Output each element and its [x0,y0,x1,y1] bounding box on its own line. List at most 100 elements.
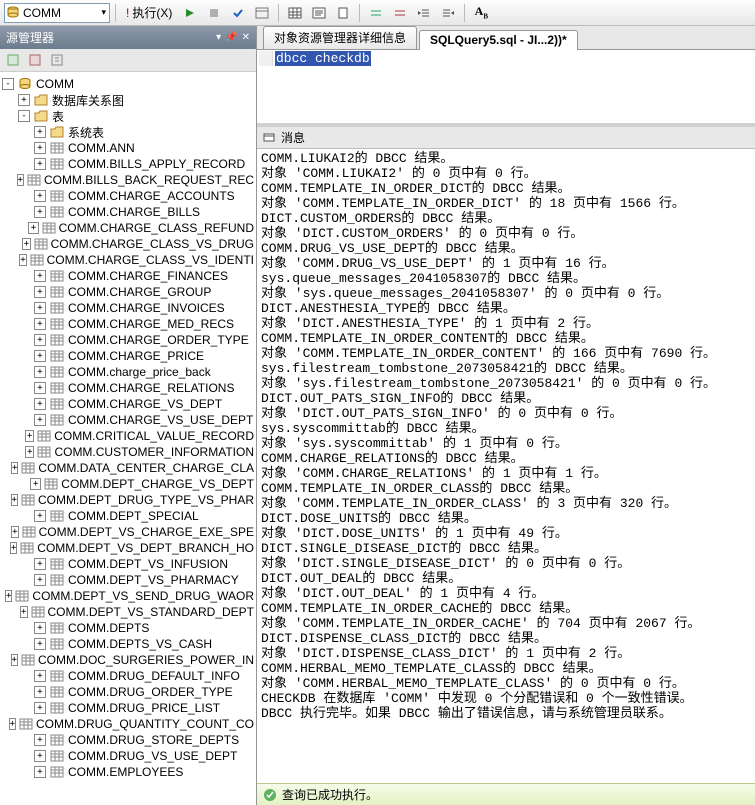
tree-node[interactable]: +COMM.CHARGE_GROUP [2,284,254,300]
expand-toggle[interactable]: + [19,254,26,266]
tree-node[interactable]: +COMM.DEPT_SPECIAL [2,508,254,524]
tree-node[interactable]: +COMM.CUSTOMER_INFORMATION [2,444,254,460]
tree-node[interactable]: +COMM.CHARGE_BILLS [2,204,254,220]
tree-node[interactable]: +COMM.CHARGE_ACCOUNTS [2,188,254,204]
expand-toggle[interactable]: + [34,318,46,330]
estimated-plan-button[interactable] [251,3,273,23]
specify-values-button[interactable]: AB [470,3,492,23]
expand-toggle[interactable]: - [2,78,14,90]
messages-tab[interactable]: 消息 [257,127,755,149]
expand-toggle[interactable]: + [18,94,30,106]
tree-node[interactable]: +COMM.DRUG_PRICE_LIST [2,700,254,716]
tree-node[interactable]: +COMM.CHARGE_RELATIONS [2,380,254,396]
tree-node[interactable]: +COMM.DEPT_VS_PHARMACY [2,572,254,588]
expand-toggle[interactable]: + [34,750,46,762]
expand-toggle[interactable]: + [34,270,46,282]
expand-toggle[interactable]: + [34,334,46,346]
tree-node[interactable]: +COMM.CHARGE_INVOICES [2,300,254,316]
sql-code-line[interactable]: dbcc checkdb [275,51,371,66]
expand-toggle[interactable]: + [11,462,18,474]
expand-toggle[interactable]: + [34,366,46,378]
tree-node[interactable]: +COMM.CHARGE_CLASS_REFUND [2,220,254,236]
tree-node[interactable]: +COMM.DEPT_CHARGE_VS_DEPT [2,476,254,492]
expand-toggle[interactable]: + [25,430,34,442]
object-tree[interactable]: -COMM+数据库关系图-表+系统表+COMM.ANN+COMM.BILLS_A… [0,72,256,805]
tree-node[interactable]: +COMM.CHARGE_PRICE [2,348,254,364]
results-file-button[interactable] [332,3,354,23]
messages-output[interactable]: COMM.LIUKAI2的 DBCC 结果。 对象 'COMM.LIUKAI2'… [257,149,755,783]
run-button[interactable] [179,3,201,23]
expand-toggle[interactable]: + [34,142,46,154]
tree-node[interactable]: +系统表 [2,124,254,140]
expand-toggle[interactable]: + [11,494,18,506]
tree-node[interactable]: -表 [2,108,254,124]
tree-node[interactable]: +COMM.BILLS_APPLY_RECORD [2,156,254,172]
tree-node[interactable]: +COMM.DEPT_VS_STANDARD_DEPT [2,604,254,620]
tree-node[interactable]: +COMM.CHARGE_VS_USE_DEPT [2,412,254,428]
tree-node[interactable]: +COMM.DRUG_QUANTITY_COUNT_CO [2,716,254,732]
close-icon[interactable]: ✕ [242,32,250,43]
tree-node[interactable]: +COMM.DEPT_VS_SEND_DRUG_WAOR [2,588,254,604]
expand-toggle[interactable]: + [34,510,46,522]
expand-toggle[interactable]: + [34,766,46,778]
tree-node[interactable]: +COMM.DEPTS_VS_CASH [2,636,254,652]
expand-toggle[interactable]: + [5,590,12,602]
tree-node[interactable]: +COMM.charge_price_back [2,364,254,380]
tree-node[interactable]: +COMM.DEPT_DRUG_TYPE_VS_PHAR [2,492,254,508]
expand-toggle[interactable]: + [34,398,46,410]
expand-toggle[interactable]: + [10,542,17,554]
tree-node[interactable]: +COMM.BILLS_BACK_REQUEST_REC [2,172,254,188]
tree-node[interactable]: +数据库关系图 [2,92,254,108]
expand-toggle[interactable]: + [34,670,46,682]
outdent-button[interactable] [413,3,435,23]
expand-toggle[interactable]: + [34,158,46,170]
expand-toggle[interactable]: + [28,222,38,234]
expand-toggle[interactable]: + [34,414,46,426]
tree-node[interactable]: +COMM.DEPT_VS_CHARGE_EXE_SPE [2,524,254,540]
autohide-icon[interactable]: 📌 [225,32,237,43]
expand-toggle[interactable]: + [9,718,16,730]
expand-toggle[interactable]: + [34,702,46,714]
tree-node[interactable]: +COMM.DRUG_VS_USE_DEPT [2,748,254,764]
parse-button[interactable] [227,3,249,23]
tree-node[interactable]: +COMM.CHARGE_CLASS_VS_IDENTI [2,252,254,268]
expand-toggle[interactable]: + [34,286,46,298]
expand-toggle[interactable]: + [34,574,46,586]
tree-node[interactable]: -COMM [2,76,254,92]
expand-toggle[interactable]: + [34,302,46,314]
expand-toggle[interactable]: + [34,190,46,202]
execute-button[interactable]: ! 执行(X) [121,3,177,23]
tree-node[interactable]: +COMM.DRUG_DEFAULT_INFO [2,668,254,684]
expand-toggle[interactable]: + [20,606,28,618]
tree-node[interactable]: +COMM.EMPLOYEES [2,764,254,780]
expand-toggle[interactable]: + [34,734,46,746]
tab-sqlquery[interactable]: SQLQuery5.sql - JI...2))* [419,30,578,50]
tree-node[interactable]: +COMM.CHARGE_VS_DEPT [2,396,254,412]
expand-toggle[interactable]: + [22,238,30,250]
expand-toggle[interactable]: + [34,686,46,698]
tree-node[interactable]: +COMM.DRUG_ORDER_TYPE [2,684,254,700]
expand-toggle[interactable]: + [30,478,41,490]
results-text-button[interactable] [308,3,330,23]
database-combo[interactable]: COMM ▾ [4,3,110,23]
tree-node[interactable]: +COMM.CRITICAL_VALUE_RECORD [2,428,254,444]
expand-toggle[interactable]: + [34,350,46,362]
disconnect-button[interactable] [26,51,44,69]
expand-toggle[interactable]: - [18,110,30,122]
expand-toggle[interactable]: + [34,638,46,650]
expand-toggle[interactable]: + [34,382,46,394]
expand-toggle[interactable]: + [17,174,24,186]
results-grid-button[interactable] [284,3,306,23]
tree-node[interactable]: +COMM.DEPTS [2,620,254,636]
comment-button[interactable] [365,3,387,23]
tree-node[interactable]: +COMM.CHARGE_FINANCES [2,268,254,284]
indent-button[interactable] [437,3,459,23]
connect-button[interactable] [4,51,22,69]
expand-toggle[interactable]: + [34,558,46,570]
stop-button[interactable] [203,3,225,23]
tree-node[interactable]: +COMM.DOC_SURGERIES_POWER_IN [2,652,254,668]
refresh-button[interactable] [48,51,66,69]
expand-toggle[interactable]: + [34,126,46,138]
expand-toggle[interactable]: + [11,654,18,666]
uncomment-button[interactable] [389,3,411,23]
